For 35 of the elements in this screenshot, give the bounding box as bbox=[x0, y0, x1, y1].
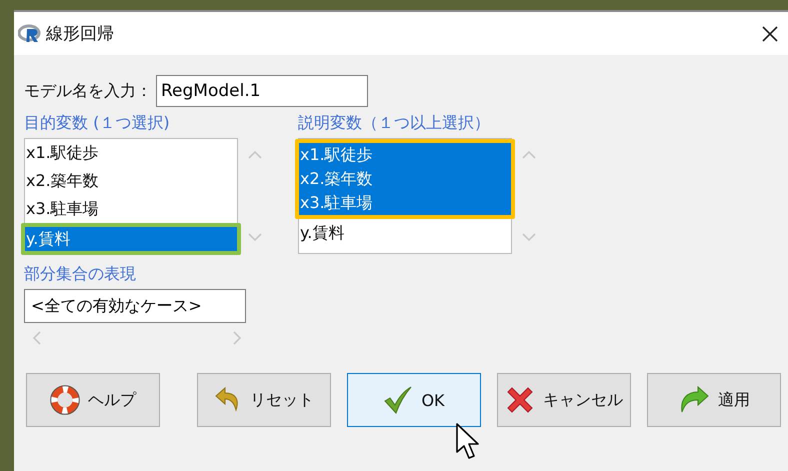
list-item[interactable]: x1.駅徒歩 bbox=[25, 139, 237, 167]
reset-button[interactable]: リセット bbox=[197, 373, 331, 427]
ok-button[interactable]: OK bbox=[347, 373, 481, 427]
cancel-button[interactable]: キャンセル bbox=[497, 373, 631, 427]
mouse-cursor-icon bbox=[455, 422, 481, 462]
scroll-up-icon[interactable] bbox=[522, 150, 536, 159]
scroll-down-icon[interactable] bbox=[522, 233, 536, 242]
listbox-label: 説明変数（１つ以上選択） bbox=[298, 113, 491, 134]
window-title: 線形回帰 bbox=[46, 23, 114, 45]
list-item[interactable]: x2.築年数 bbox=[299, 167, 511, 191]
apply-button[interactable]: 適用 bbox=[647, 373, 781, 427]
help-button[interactable]: ヘルプ bbox=[26, 373, 160, 427]
list-item[interactable]: y.賃料 bbox=[25, 227, 237, 251]
list-item[interactable]: x3.駐車場 bbox=[299, 191, 511, 215]
scroll-down-icon[interactable] bbox=[248, 233, 262, 242]
scroll-up-icon[interactable] bbox=[248, 150, 262, 159]
model-name-field[interactable]: RegModel.1 bbox=[156, 75, 368, 107]
variable-listbox[interactable]: x1.駅徒歩 x2.築年数 x3.駐車場 y.賃料 bbox=[24, 138, 238, 254]
variable-listbox[interactable]: x1.駅徒歩 x2.築年数 x3.駐車場 y.賃料 bbox=[298, 138, 512, 254]
checkmark-icon bbox=[383, 386, 414, 414]
close-icon[interactable] bbox=[762, 26, 778, 42]
scroll-left-icon[interactable] bbox=[32, 331, 41, 345]
list-item[interactable]: y.賃料 bbox=[299, 219, 511, 247]
scroll-right-icon[interactable] bbox=[233, 331, 242, 345]
list-item[interactable]: x3.駐車場 bbox=[25, 195, 237, 223]
list-item[interactable]: x2.築年数 bbox=[25, 167, 237, 195]
lifebuoy-icon bbox=[50, 385, 80, 415]
redo-arrow-icon bbox=[678, 386, 710, 414]
list-item[interactable]: x1.駅徒歩 bbox=[299, 143, 511, 167]
listbox-label: 目的変数 (１つ選択) bbox=[24, 113, 171, 134]
r-logo-icon bbox=[18, 24, 42, 44]
close-icon bbox=[505, 385, 535, 415]
model-name-label: モデル名を入力： bbox=[24, 80, 152, 102]
subset-label: 部分集合の表現 bbox=[24, 264, 137, 285]
subset-field[interactable]: <全ての有効なケース> bbox=[24, 289, 246, 323]
